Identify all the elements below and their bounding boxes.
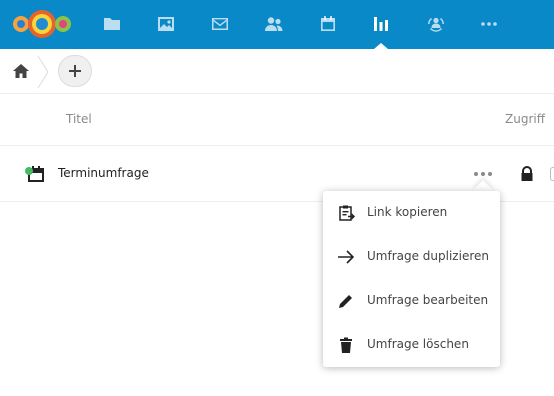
menu-item-edit-poll[interactable]: Umfrage bearbeiten [323,279,500,323]
date-poll-icon [25,166,44,182]
menu-item-label: Umfrage bearbeiten [367,293,489,307]
calendar-icon[interactable] [316,12,340,36]
menu-item-delete-poll[interactable]: Umfrage löschen [323,323,500,367]
breadcrumb-separator [37,55,49,89]
menu-item-label: Link kopieren [367,205,448,219]
image-icon[interactable] [154,12,178,36]
bar-chart-icon[interactable] [369,12,393,36]
dot [474,172,478,176]
lock-icon [521,166,533,181]
menu-item-label: Umfrage löschen [367,337,469,351]
dot [488,172,492,176]
contacts-icon[interactable] [262,12,286,36]
trash-icon [340,337,352,353]
mail-icon[interactable] [208,12,232,36]
truncated-control [550,167,554,181]
home-icon[interactable] [12,63,30,79]
poll-title[interactable]: Terminumfrage [58,166,149,180]
circles-icon[interactable] [424,12,448,36]
table-header: Titel Zugriff [0,95,554,146]
menu-item-duplicate-poll[interactable]: Umfrage duplizieren [323,235,500,279]
plus-icon [69,65,81,77]
menu-item-copy-link[interactable]: Link kopieren [323,191,500,235]
folder-icon[interactable] [100,12,124,36]
pencil-icon [339,295,352,308]
dot [481,172,485,176]
arrow-right-icon [338,250,355,264]
actions-popover-menu: Link kopieren Umfrage duplizieren Umfrag… [323,191,500,367]
logo[interactable] [10,7,74,41]
column-header-access[interactable]: Zugriff [505,112,545,126]
more-icon[interactable] [477,12,501,36]
column-header-title[interactable]: Titel [66,112,92,126]
breadcrumb [0,49,554,94]
add-poll-button[interactable] [58,55,92,87]
clipboard-icon [339,205,355,221]
menu-item-label: Umfrage duplizieren [367,249,489,263]
top-app-bar [0,0,554,49]
